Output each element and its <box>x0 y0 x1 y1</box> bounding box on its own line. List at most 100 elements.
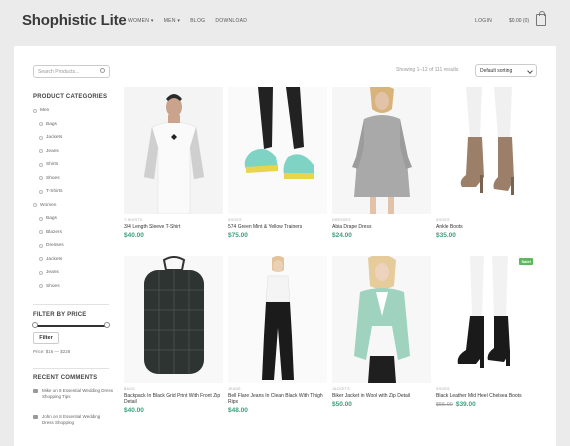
category-item[interactable]: Shoes <box>39 176 60 181</box>
category-label[interactable]: Men <box>40 108 49 113</box>
product-name[interactable]: Bell Flare Jeans In Clean Black With Thi… <box>228 393 327 405</box>
product-card[interactable]: Sale! SHOES Black Leather Mid Heel Chels… <box>436 256 535 408</box>
product-category[interactable]: SHOES <box>436 218 535 222</box>
category-item[interactable]: Jeans <box>39 270 59 275</box>
product-name[interactable]: 3/4 Length Sleeve T-Shirt <box>124 224 223 230</box>
search-icon[interactable] <box>100 68 105 73</box>
product-card[interactable]: BAGS Backpack In Black Grid Print With F… <box>124 256 223 414</box>
comment-item[interactable]: Mike on 8 Essential Wedding Dress Shoppi… <box>33 388 113 400</box>
category-label[interactable]: Jackets <box>46 135 62 140</box>
category-item[interactable]: Jeans <box>39 149 59 154</box>
category-label[interactable]: Shoes <box>46 284 60 289</box>
price-range: Price: $16 — $228 <box>33 349 71 354</box>
category-item[interactable]: Shoes <box>39 284 60 289</box>
product-card[interactable]: SHOES Ankle Boots $35.00 <box>436 87 535 239</box>
product-name[interactable]: Black Leather Mid Heel Chelsea Boots <box>436 393 535 399</box>
product-image[interactable] <box>228 256 327 383</box>
category-label[interactable]: Shoes <box>46 176 60 181</box>
category-item[interactable]: Bags <box>39 216 57 221</box>
product-category[interactable]: DRESSES <box>332 218 431 222</box>
product-name[interactable]: 574 Green Mint & Yellow Trainers <box>228 224 327 230</box>
comment-icon <box>33 415 38 419</box>
product-photo-tshirt <box>124 87 223 214</box>
category-label[interactable]: Blazers <box>46 230 62 235</box>
radio-icon[interactable] <box>39 122 43 126</box>
product-name[interactable]: Biker Jacket in Wool with Zip Detail <box>332 393 431 399</box>
category-item[interactable]: Dresses <box>39 243 64 248</box>
comment-text[interactable]: Mike on 8 Essential Wedding Dress Shoppi… <box>42 388 113 400</box>
category-item[interactable]: Jackets <box>39 135 62 140</box>
search-input[interactable]: Search Products... <box>33 65 110 78</box>
category-label[interactable]: Shirts <box>46 162 58 167</box>
category-item[interactable]: Bags <box>39 122 57 127</box>
product-image[interactable] <box>228 87 327 214</box>
radio-icon[interactable] <box>39 135 43 140</box>
category-item[interactable]: Men <box>33 108 49 113</box>
filter-button[interactable]: Filter <box>33 332 59 344</box>
shopping-bag-icon[interactable] <box>536 11 546 26</box>
product-category[interactable]: JEANS <box>228 387 327 391</box>
product-image[interactable]: Sale! <box>436 256 535 383</box>
product-card[interactable]: DRESSES Abia Drape Dress $24.00 <box>332 87 431 239</box>
product-image[interactable] <box>332 87 431 214</box>
comment-text[interactable]: John on 8 Essential Wedding Dress Shoppi… <box>42 414 113 426</box>
nav-download[interactable]: DOWNLOAD <box>215 18 247 24</box>
category-item[interactable]: Shirts <box>39 162 58 167</box>
radio-icon[interactable] <box>39 230 43 234</box>
product-image[interactable] <box>436 87 535 214</box>
product-name[interactable]: Ankle Boots <box>436 224 535 230</box>
product-image[interactable] <box>124 256 223 383</box>
category-label[interactable]: Bags <box>46 122 57 127</box>
radio-icon[interactable] <box>39 270 43 275</box>
radio-icon[interactable] <box>39 257 43 261</box>
product-card[interactable]: T-SHIRTS 3/4 Length Sleeve T-Shirt $40.0… <box>124 87 223 239</box>
category-item[interactable]: T-Shirts <box>39 189 63 194</box>
product-image[interactable] <box>124 87 223 214</box>
product-card[interactable]: JEANS Bell Flare Jeans In Clean Black Wi… <box>228 256 327 414</box>
radio-icon[interactable] <box>39 189 43 194</box>
radio-icon[interactable] <box>39 216 43 221</box>
product-category[interactable]: SHOES <box>228 218 327 222</box>
login-link[interactable]: LOGIN <box>475 18 492 24</box>
category-item[interactable]: Blazers <box>39 230 62 235</box>
category-label[interactable]: Jeans <box>46 149 59 154</box>
radio-icon[interactable] <box>33 108 37 113</box>
cart-total[interactable]: $0.00 (0) <box>509 18 529 24</box>
product-category[interactable]: BAGS <box>124 387 223 391</box>
product-image[interactable] <box>332 256 431 383</box>
product-category[interactable]: T-SHIRTS <box>124 218 223 222</box>
category-label[interactable]: T-Shirts <box>46 189 63 194</box>
product-photo-biker-jacket <box>332 256 431 383</box>
radio-icon[interactable] <box>39 243 43 248</box>
site-logo[interactable]: Shophistic Lite <box>22 12 127 29</box>
comment-item[interactable]: John on 8 Essential Wedding Dress Shoppi… <box>33 414 113 426</box>
price-slider-min-handle[interactable] <box>32 322 38 328</box>
product-name[interactable]: Backpack In Black Grid Print With Front … <box>124 393 223 405</box>
radio-icon[interactable] <box>39 162 43 167</box>
category-label[interactable]: Jeans <box>46 270 59 275</box>
sort-select[interactable]: Default sorting <box>475 64 537 77</box>
nav-blog[interactable]: BLOG <box>190 18 205 24</box>
product-price: $50.00 <box>332 401 352 408</box>
nav-women[interactable]: WOMEN ▾ <box>128 18 154 24</box>
category-item[interactable]: Women <box>33 203 56 208</box>
nav-men[interactable]: MEN ▾ <box>164 18 181 24</box>
product-category[interactable]: JACKETS <box>332 387 431 391</box>
product-photo-backpack <box>124 256 223 383</box>
category-item[interactable]: Jackets <box>39 257 62 262</box>
category-label[interactable]: Dresses <box>46 243 64 248</box>
category-label[interactable]: Jackets <box>46 257 62 262</box>
price-slider-track[interactable] <box>35 325 107 327</box>
product-price: $75.00 <box>228 232 248 239</box>
product-card[interactable]: SHOES 574 Green Mint & Yellow Trainers $… <box>228 87 327 239</box>
radio-icon[interactable] <box>39 284 43 288</box>
product-name[interactable]: Abia Drape Dress <box>332 224 431 230</box>
radio-icon[interactable] <box>39 149 43 153</box>
product-category[interactable]: SHOES <box>436 387 535 391</box>
radio-icon[interactable] <box>33 203 37 207</box>
radio-icon[interactable] <box>39 176 43 180</box>
category-label[interactable]: Bags <box>46 216 57 221</box>
product-card[interactable]: JACKETS Biker Jacket in Wool with Zip De… <box>332 256 431 408</box>
category-label[interactable]: Women <box>40 203 56 208</box>
price-slider-max-handle[interactable] <box>104 322 110 328</box>
